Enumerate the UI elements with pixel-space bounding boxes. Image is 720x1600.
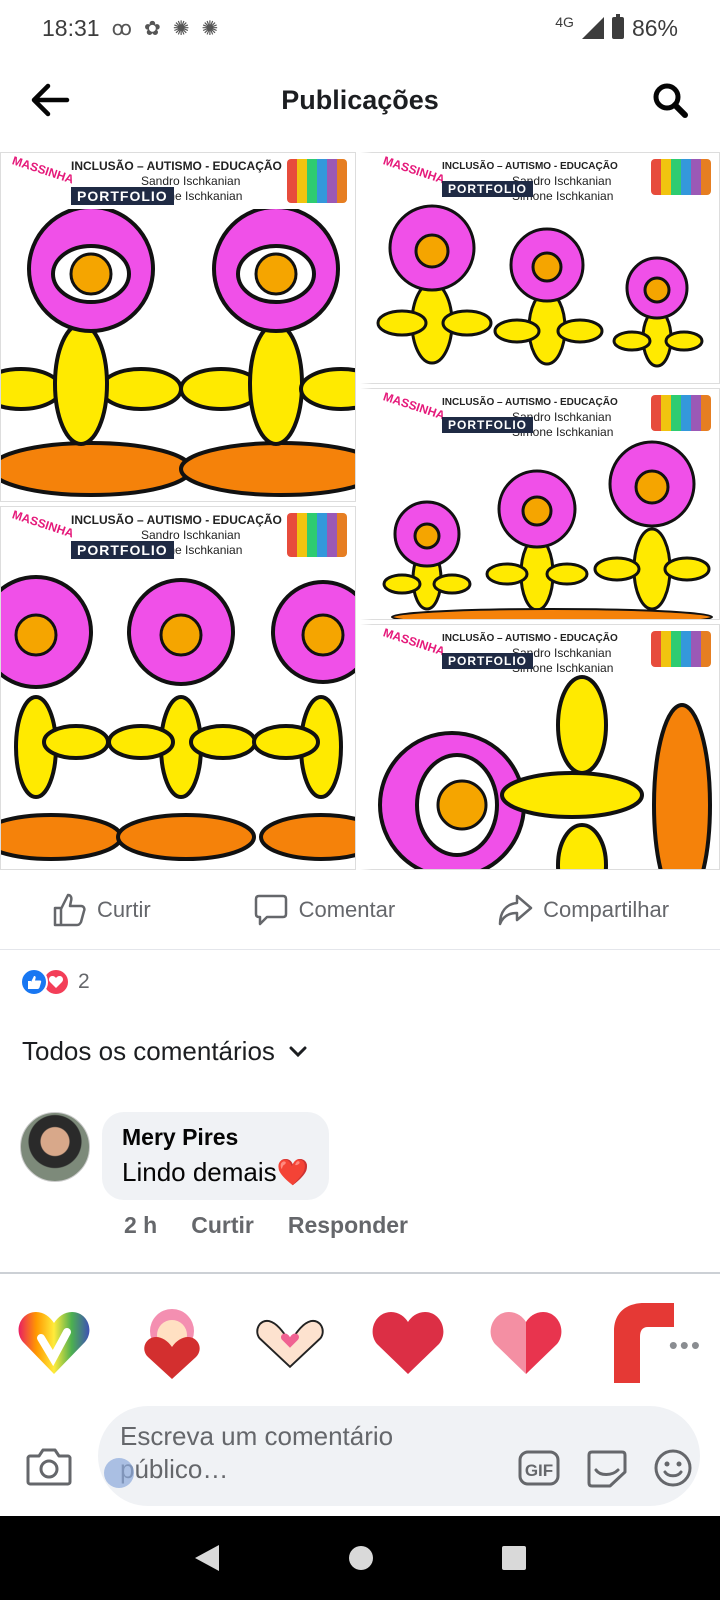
post-image-gallery[interactable]: MASSINHA INCLUSÃO – AUTISMO - EDUCAÇÃO Sa… [0,152,720,870]
comment-meta: 2 h Curtir Responder [124,1212,408,1239]
comments-filter-dropdown[interactable]: Todos os comentários [22,1036,307,1067]
flower-illustration [1,209,355,497]
like-label: Curtir [96,896,151,922]
rainbow-heart-icon [18,1312,90,1374]
massinha-logo: MASSINHA [381,389,447,423]
sticker-pink-heart[interactable] [486,1303,566,1383]
sticker-rainbow-heart[interactable] [14,1303,94,1383]
sticker-hand-heart[interactable] [250,1303,330,1383]
marker-pens-image [651,159,711,195]
flower-illustration [382,440,713,619]
gallery-image-5[interactable]: MASSINHA INCLUSÃO – AUTISMO - EDUCAÇÃO Sa… [360,624,720,870]
pink-heart-icon [490,1312,562,1374]
arrow-left-icon [31,83,70,117]
home-circle-icon[interactable] [347,1544,375,1572]
comment-composer: Escreva um comentário público… GIF [0,1406,720,1506]
comment-input-placeholder: Escreva um comentário público… [120,1421,394,1484]
comment-item: Mery Pires Lindo demais❤️ [20,1112,330,1200]
comment-author[interactable]: Mery Pires [122,1124,309,1151]
red-heart-icon [372,1312,444,1374]
system-navigation-bar [0,1516,720,1600]
massinha-logo: MASSINHA [10,153,76,187]
portfolio-badge: PORTFOLIO [442,653,533,669]
like-reaction-icon [20,968,48,996]
reaction-count: 2 [78,970,90,993]
comment-reply-button[interactable]: Responder [288,1212,408,1239]
recents-square-icon[interactable] [501,1545,527,1571]
gallery-image-1[interactable]: MASSINHA INCLUSÃO – AUTISMO - EDUCAÇÃO Sa… [0,152,356,502]
flower-illustration [1,575,355,861]
share-button[interactable]: Compartilhar [497,892,669,928]
comments-filter-label: Todos os comentários [22,1036,275,1066]
camera-icon [26,1448,72,1486]
signal-icon [581,17,604,39]
notification-icons: ꝏ ✿ ✺ ✺ [112,16,219,41]
sticker-suggestions [14,1298,714,1388]
comment-time: 2 h [124,1212,158,1238]
comment-icon [254,894,287,925]
page-title: Publicações [281,84,439,115]
top-app-bar: Publicações [0,56,720,144]
chevron-down-icon [289,1046,307,1057]
sticker-girl-heart[interactable] [132,1303,212,1383]
gif-button[interactable]: GIF [518,1448,560,1488]
status-bar: 18:31 ꝏ ✿ ✺ ✺ 4G 86% [0,0,720,56]
camera-button[interactable] [26,1446,72,1486]
portfolio-badge: PORTFOLIO [71,187,174,205]
comment-text: Lindo demais❤️ [122,1157,310,1187]
gallery-image-3[interactable]: MASSINHA INCLUSÃO – AUTISMO - EDUCAÇÃO Sa… [0,506,356,870]
battery-icon [611,14,624,39]
gif-label: GIF [525,1461,553,1480]
app-notification-icon: ✿ [143,17,161,40]
share-label: Compartilhar [543,896,670,922]
sync-icon: ✺ [172,17,190,40]
portfolio-badge: PORTFOLIO [442,181,533,197]
comment-label: Comentar [298,896,396,922]
thumbs-up-icon [53,893,86,926]
heart-emoji-icon: ❤️ [276,1157,310,1187]
massinha-logo: MASSINHA [381,153,447,187]
sticker-button[interactable] [586,1448,628,1488]
reactions-summary[interactable]: 2 [20,968,90,996]
emoji-button[interactable] [652,1448,694,1488]
share-icon [498,894,533,925]
search-icon [653,83,688,118]
marker-pens-image [651,631,711,667]
flower-illustration [376,204,704,368]
network-type: 4G [555,14,574,30]
portfolio-badge: PORTFOLIO [71,541,174,559]
hand-heart-icon [256,1320,324,1369]
massinha-logo: MASSINHA [10,507,76,541]
marker-pens-image [651,395,711,431]
gallery-image-2[interactable]: MASSINHA INCLUSÃO – AUTISMO - EDUCAÇÃO Sa… [360,152,720,384]
voicemail-icon: ꝏ [111,17,132,40]
marker-pens-image [287,159,347,203]
avatar[interactable] [20,1112,90,1182]
status-time: 18:31 [42,14,100,41]
marker-pens-image [287,513,347,557]
like-button[interactable]: Curtir [51,892,151,928]
comment-like-button[interactable]: Curtir [191,1212,254,1239]
touch-indicator [104,1458,134,1488]
divider [0,1272,720,1274]
red-shape-icon [614,1303,674,1383]
smiley-icon [654,1449,692,1487]
portfolio-badge: PORTFOLIO [442,417,533,433]
search-button[interactable] [648,78,692,122]
massinha-logo: MASSINHA [381,625,447,659]
gallery-image-4[interactable]: MASSINHA INCLUSÃO – AUTISMO - EDUCAÇÃO Sa… [360,388,720,620]
comment-bubble[interactable]: Mery Pires Lindo demais❤️ [102,1112,330,1200]
battery-level: 86% [631,14,678,41]
sync-icon-2: ✺ [201,17,219,40]
comment-button[interactable]: Comentar [253,892,396,928]
back-button[interactable] [28,78,72,122]
sticker-icon [587,1450,627,1488]
back-triangle-icon[interactable] [193,1543,221,1573]
post-action-bar: Curtir Comentar Compartilhar [0,870,720,950]
sticker-red-heart[interactable] [368,1303,448,1383]
flower-illustration [378,675,712,869]
girl-holding-heart-icon [144,1309,200,1379]
more-stickers-icon[interactable]: ••• [669,1330,702,1361]
